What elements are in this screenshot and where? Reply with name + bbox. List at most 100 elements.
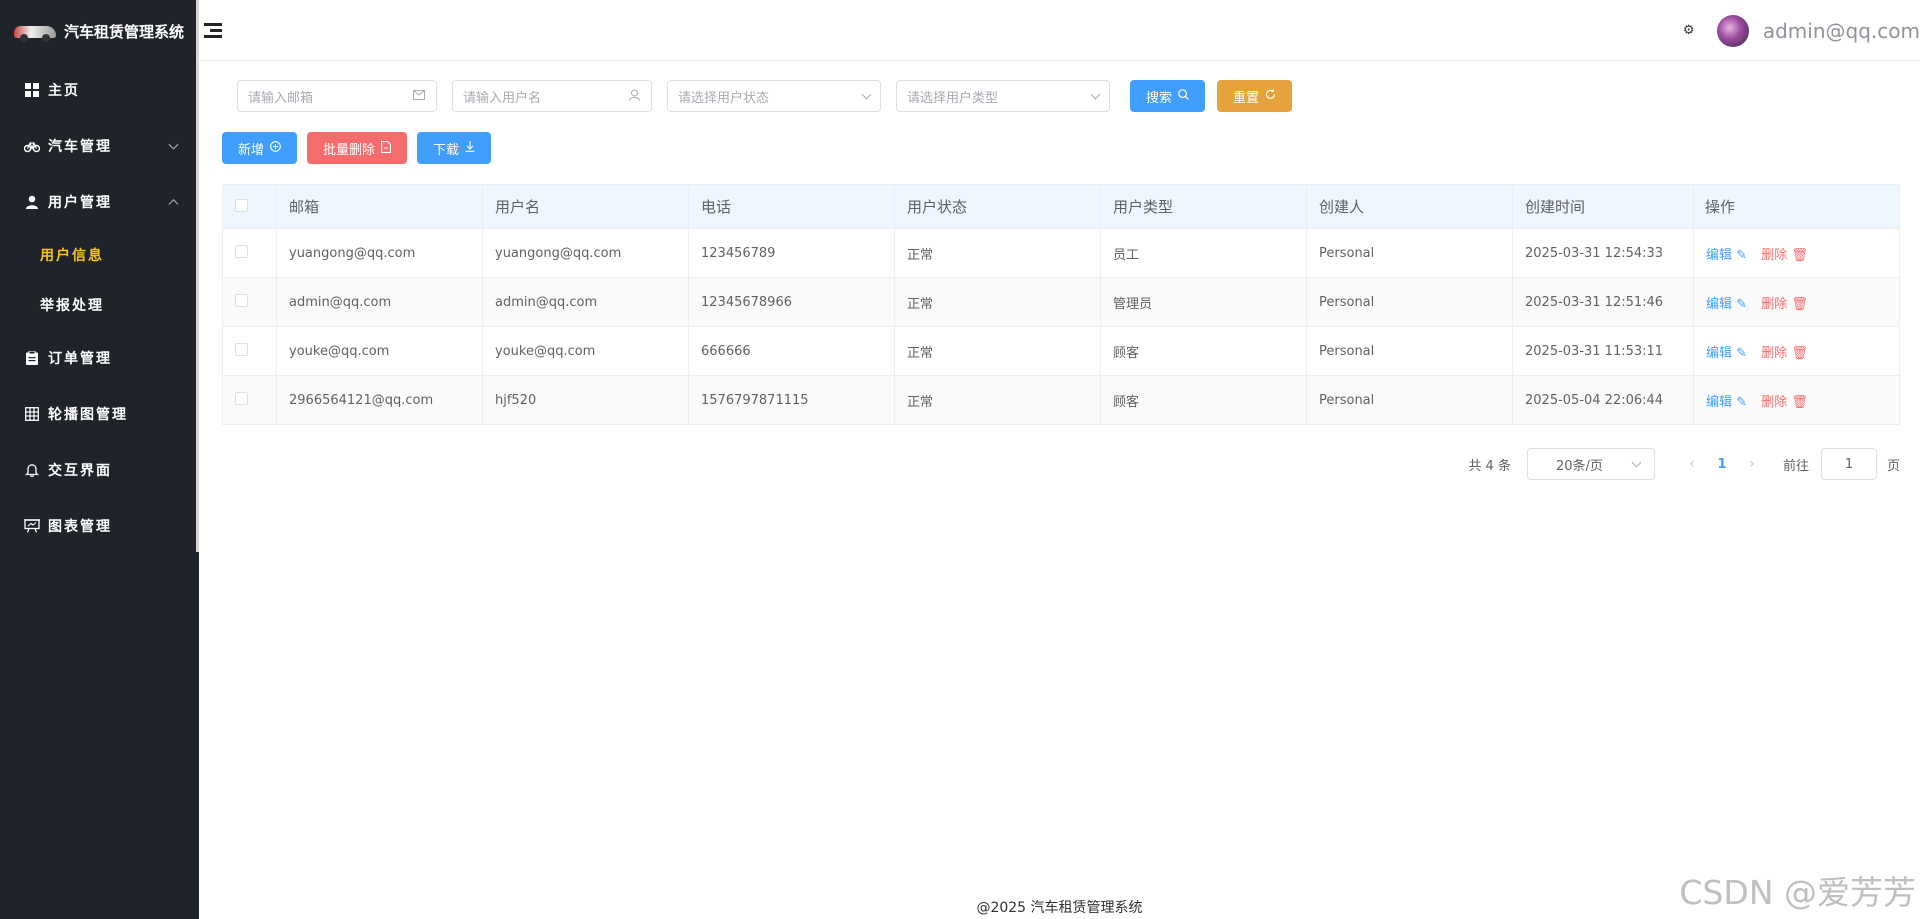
sidebar-item-label: 汽车管理 bbox=[48, 139, 112, 155]
search-button[interactable]: 搜索 bbox=[1130, 80, 1206, 112]
row-checkbox[interactable] bbox=[235, 293, 248, 307]
app-title: 汽车租赁管理系统 bbox=[64, 22, 185, 41]
sidebar-item-user-management[interactable]: 用户管理 bbox=[0, 174, 199, 230]
pagination-total: 共 4 条 bbox=[1468, 458, 1511, 474]
column-header[interactable]: 用户名 bbox=[482, 184, 689, 229]
sidebar-item-label: 订单管理 bbox=[48, 351, 112, 367]
collapse-menu-icon[interactable] bbox=[204, 20, 224, 40]
created-time-cell: 2025-03-31 12:51:46 bbox=[1512, 277, 1694, 327]
document-delete-icon bbox=[381, 140, 391, 156]
gear-icon[interactable]: ⚙ bbox=[1683, 23, 1697, 38]
status-cell: 正常 bbox=[894, 277, 1101, 327]
edit-button[interactable]: 编辑 ✎ bbox=[1706, 248, 1747, 263]
download-button[interactable]: 下载 bbox=[417, 132, 492, 164]
email-cell: 2966564121@qq.com bbox=[276, 375, 483, 425]
column-header[interactable]: 用户状态 bbox=[894, 184, 1101, 229]
user-status-select[interactable]: 请选择用户状态 bbox=[667, 80, 881, 112]
sidebar-item-home[interactable]: 主页 bbox=[0, 62, 199, 118]
delete-button[interactable]: 删除 🗑 bbox=[1761, 248, 1808, 263]
download-button-label: 下载 bbox=[433, 141, 460, 157]
row-actions-cell: 编辑 ✎ 删除 🗑 bbox=[1693, 326, 1900, 376]
watermark: CSDN @爱芳芳 bbox=[1679, 873, 1916, 912]
user-outline-icon bbox=[627, 89, 641, 103]
page-number-current[interactable]: 1 bbox=[1705, 457, 1739, 472]
creator-cell: Personal bbox=[1306, 277, 1513, 327]
select-all-checkbox[interactable] bbox=[235, 198, 248, 212]
page-size-value: 20条/页 bbox=[1555, 458, 1603, 474]
column-header[interactable]: 电话 bbox=[688, 184, 895, 229]
column-header[interactable]: 用户类型 bbox=[1100, 184, 1307, 229]
row-select-cell bbox=[222, 326, 277, 376]
user-status-placeholder: 请选择用户状态 bbox=[678, 90, 770, 106]
users-table: 邮箱 用户名 电话 用户状态 用户类型 创建人 创建时间 操作 yuangong… bbox=[222, 184, 1900, 425]
edit-button[interactable]: 编辑 ✎ bbox=[1706, 297, 1747, 312]
sidebar-item-carousel-management[interactable]: 轮播图管理 bbox=[0, 386, 199, 442]
row-select-cell bbox=[222, 375, 277, 425]
refresh-icon bbox=[1265, 89, 1276, 103]
header-username[interactable]: admin@qq.com bbox=[1763, 19, 1920, 43]
logo[interactable]: 汽车租赁管理系统 bbox=[0, 0, 199, 62]
sidebar-item-label: 轮播图管理 bbox=[48, 407, 128, 423]
edit-label: 编辑 bbox=[1706, 394, 1733, 410]
delete-label: 删除 bbox=[1761, 394, 1788, 410]
row-checkbox[interactable] bbox=[235, 391, 248, 405]
sidebar-subitem-user-info[interactable]: 用户信息 bbox=[0, 230, 199, 280]
avatar[interactable] bbox=[1716, 14, 1749, 47]
column-header: 操作 bbox=[1693, 184, 1900, 229]
username-cell: youke@qq.com bbox=[482, 326, 689, 376]
sidebar-item-car-management[interactable]: 汽车管理 bbox=[0, 118, 199, 174]
sidebar-item-label: 主页 bbox=[48, 83, 80, 99]
delete-button[interactable]: 删除 🗑 bbox=[1761, 297, 1808, 312]
user-type-placeholder: 请选择用户类型 bbox=[907, 90, 999, 106]
chevron-up-icon bbox=[168, 199, 179, 210]
column-header[interactable]: 创建人 bbox=[1306, 184, 1513, 229]
type-cell: 管理员 bbox=[1100, 277, 1307, 327]
edit-button[interactable]: 编辑 ✎ bbox=[1706, 346, 1747, 361]
sidebar: 汽车租赁管理系统 主页 汽车管理 用户管理 用户信息 举报处理 订单管理 轮播图… bbox=[0, 0, 199, 919]
download-icon bbox=[465, 141, 475, 155]
username-cell: yuangong@qq.com bbox=[482, 228, 689, 278]
row-checkbox[interactable] bbox=[235, 342, 248, 356]
created-time-cell: 2025-05-04 22:06:44 bbox=[1512, 375, 1694, 425]
goto-page-input[interactable]: 1 bbox=[1820, 448, 1877, 480]
username-filter-input[interactable]: 请输入用户名 bbox=[452, 80, 652, 112]
prev-page-button[interactable]: ‹ bbox=[1679, 456, 1705, 472]
edit-icon: ✎ bbox=[1736, 247, 1748, 263]
pagination: 共 4 条 20条/页 ‹ 1 › 前往 1 页 bbox=[1468, 448, 1900, 480]
batch-delete-button[interactable]: 批量删除 bbox=[307, 132, 408, 164]
batch-delete-button-label: 批量删除 bbox=[323, 141, 376, 157]
user-type-select[interactable]: 请选择用户类型 bbox=[896, 80, 1110, 112]
trash-icon: 🗑 bbox=[1791, 296, 1808, 312]
sidebar-item-label: 交互界面 bbox=[48, 463, 112, 479]
row-actions-cell: 编辑 ✎ 删除 🗑 bbox=[1693, 375, 1900, 425]
column-header[interactable]: 创建时间 bbox=[1512, 184, 1694, 229]
add-button[interactable]: 新增 bbox=[222, 132, 298, 164]
status-cell: 正常 bbox=[894, 375, 1101, 425]
email-filter-input[interactable]: 请输入邮箱 bbox=[237, 80, 437, 112]
table-row: 2966564121@qq.com hjf520 1576797871115 正… bbox=[222, 375, 1900, 425]
row-checkbox[interactable] bbox=[235, 244, 248, 258]
row-select-cell bbox=[222, 277, 277, 327]
sidebar-item-label: 图表管理 bbox=[48, 519, 112, 535]
email-cell: youke@qq.com bbox=[276, 326, 483, 376]
clipboard-icon bbox=[24, 350, 40, 366]
delete-button[interactable]: 删除 🗑 bbox=[1761, 346, 1808, 361]
sidebar-scrollbar[interactable] bbox=[196, 0, 199, 552]
car-logo-icon bbox=[12, 19, 58, 43]
edit-button[interactable]: 编辑 ✎ bbox=[1706, 395, 1747, 410]
edit-label: 编辑 bbox=[1706, 247, 1733, 263]
column-header[interactable]: 邮箱 bbox=[276, 184, 483, 229]
next-page-button[interactable]: › bbox=[1739, 456, 1765, 472]
edit-label: 编辑 bbox=[1706, 345, 1733, 361]
sidebar-item-interaction[interactable]: 交互界面 bbox=[0, 442, 199, 498]
sidebar-item-chart-management[interactable]: 图表管理 bbox=[0, 498, 199, 554]
chevron-down-icon bbox=[1090, 89, 1101, 99]
chevron-down-icon bbox=[861, 89, 872, 99]
delete-button[interactable]: 删除 🗑 bbox=[1761, 395, 1808, 410]
email-filter-placeholder: 请输入邮箱 bbox=[248, 90, 314, 106]
chevron-down-icon bbox=[168, 139, 179, 150]
sidebar-item-order-management[interactable]: 订单管理 bbox=[0, 330, 199, 386]
page-size-select[interactable]: 20条/页 bbox=[1526, 448, 1655, 480]
sidebar-subitem-report-handling[interactable]: 举报处理 bbox=[0, 280, 199, 330]
reset-button[interactable]: 重置 bbox=[1217, 80, 1293, 112]
